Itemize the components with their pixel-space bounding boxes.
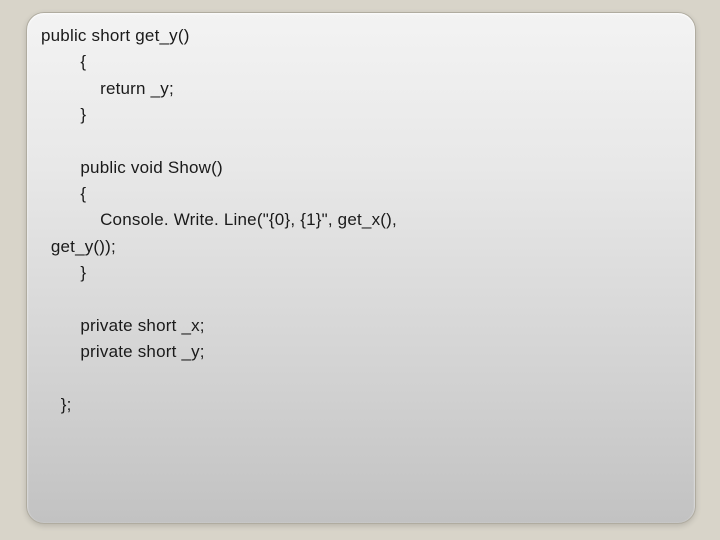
content-card: public short get_y() { return _y; } publ… bbox=[26, 12, 696, 524]
code-block: public short get_y() { return _y; } publ… bbox=[41, 23, 681, 418]
slide-background: public short get_y() { return _y; } publ… bbox=[0, 0, 720, 540]
